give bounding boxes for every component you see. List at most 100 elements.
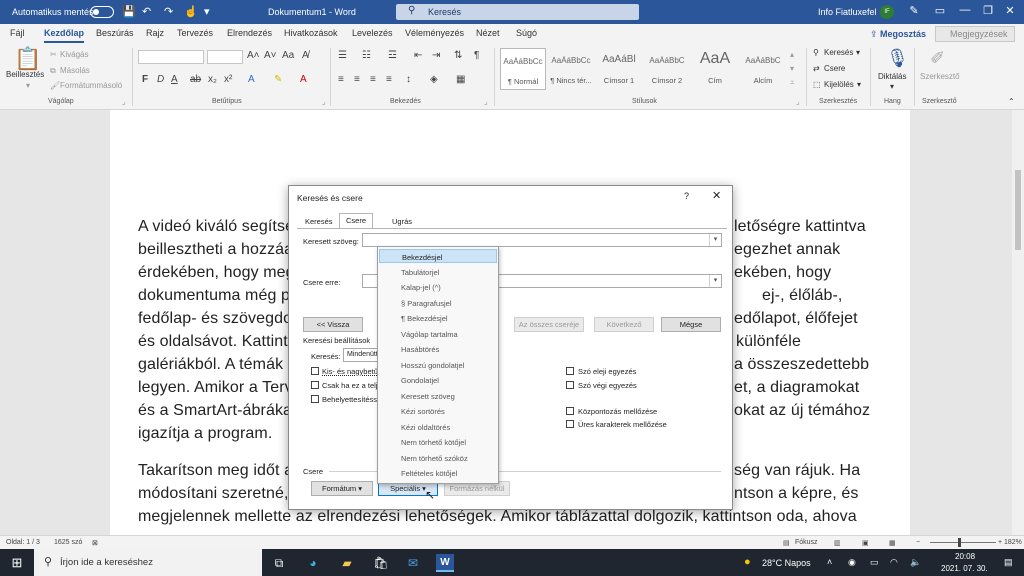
vertical-scrollbar[interactable] (1012, 110, 1024, 535)
clock-time[interactable]: 20:08 (955, 552, 975, 561)
clear-formatting-icon[interactable]: A̸ (302, 50, 309, 61)
styles-scroll-up-icon[interactable]: ▴ (790, 50, 794, 59)
comments-button[interactable]: Megjegyzések (935, 26, 1015, 42)
tab-home[interactable]: Kezdőlap (44, 28, 85, 43)
save-icon[interactable]: 💾 (122, 5, 136, 18)
tab-design[interactable]: Tervezés (177, 28, 213, 38)
bullets-icon[interactable]: ☰ (338, 50, 347, 61)
highlight-icon[interactable]: ✎ (274, 74, 282, 85)
numbering-icon[interactable]: ☷ (362, 50, 371, 61)
font-launcher-icon[interactable]: ⌟ (322, 97, 326, 106)
chevron-down-icon[interactable]: ▾ (709, 234, 721, 246)
menu-item[interactable]: Feltételes kötőjel (379, 466, 497, 480)
menu-item[interactable]: Kézi oldaltörés (379, 420, 497, 434)
font-name-combo[interactable] (138, 50, 204, 64)
text-effects-icon[interactable]: A (248, 74, 255, 85)
tab-goto[interactable]: Ugrás (386, 215, 418, 229)
notifications-icon[interactable]: ▤ (1004, 557, 1013, 568)
menu-item[interactable]: Kézi sortörés (379, 404, 497, 418)
pen-icon[interactable]: ✎ (904, 4, 924, 17)
cancel-button[interactable]: Mégse (661, 317, 721, 332)
autosave-toggle[interactable] (90, 6, 114, 18)
read-mode-icon[interactable]: ▥ (834, 539, 841, 547)
styles-launcher-icon[interactable]: ⌟ (796, 97, 800, 106)
close-icon[interactable]: ✕ (1000, 4, 1020, 17)
underline-icon[interactable]: A (171, 74, 178, 85)
tab-find[interactable]: Keresés (299, 215, 339, 229)
font-size-combo[interactable] (207, 50, 243, 64)
style-normal[interactable]: AaÁáBbCc ¶ Normál (500, 48, 546, 90)
cut-button[interactable]: Kivágás (60, 50, 88, 59)
tab-file[interactable]: Fájl (10, 28, 25, 38)
tab-view[interactable]: Nézet (476, 28, 500, 38)
menu-item[interactable]: Tabulátorjel (379, 265, 497, 279)
ignore-whitespace-checkbox[interactable] (566, 420, 574, 428)
select-dropdown-icon[interactable]: ▾ (857, 80, 861, 89)
title-search-box[interactable]: ⚲ Keresés (396, 4, 639, 20)
tab-layout[interactable]: Elrendezés (227, 28, 272, 38)
align-left-icon[interactable]: ≡ (338, 74, 344, 85)
undo-icon[interactable]: ↶ (142, 5, 151, 18)
help-button[interactable]: ? (684, 191, 689, 201)
ribbon-display-options-icon[interactable]: ▭ (930, 4, 950, 17)
menu-item[interactable]: Bekezdésjel (379, 249, 497, 263)
copy-button[interactable]: Másolás (60, 66, 90, 75)
task-view-icon[interactable]: ⧉ (270, 554, 288, 572)
windows-start-icon[interactable]: ⊞ (8, 554, 26, 572)
customize-quick-access-icon[interactable]: ▾ (204, 5, 210, 18)
microphone-icon[interactable]: 🎙 (886, 48, 909, 69)
grow-font-icon[interactable]: A˄ (247, 50, 260, 61)
style-heading-2[interactable]: AaÁáBbC Címsor 2 (644, 48, 690, 90)
select-button[interactable]: Kijelölés (824, 80, 854, 89)
line-spacing-icon[interactable]: ↕ (406, 74, 411, 85)
close-icon[interactable]: ✕ (712, 189, 721, 202)
styles-more-icon[interactable]: ⩡ (790, 78, 795, 88)
file-explorer-icon[interactable]: ▰ (338, 554, 356, 572)
subscript-icon[interactable]: x₂ (208, 74, 217, 85)
style-heading-1[interactable]: AaÁáBl Címsor 1 (596, 48, 642, 90)
proofing-icon[interactable]: ⊠ (92, 539, 98, 547)
tab-replace[interactable]: Csere (339, 213, 374, 229)
tab-insert[interactable]: Beszúrás (96, 28, 134, 38)
find-dropdown-icon[interactable]: ▾ (856, 48, 860, 57)
align-right-icon[interactable]: ≡ (370, 74, 376, 85)
edge-icon[interactable]: ◕ (304, 554, 322, 572)
bold-icon[interactable]: F (142, 74, 148, 85)
menu-item[interactable]: Hasábtörés (379, 342, 497, 356)
match-prefix-checkbox[interactable] (566, 367, 574, 375)
redo-icon[interactable]: ↷ (164, 5, 173, 18)
paragraph-launcher-icon[interactable]: ⌟ (484, 97, 488, 106)
menu-item[interactable]: Nem törhető szóköz (379, 451, 497, 465)
avatar[interactable]: IF (880, 5, 894, 19)
menu-item[interactable]: Vágólap tartalma (379, 327, 497, 341)
find-what-input[interactable]: ▾ (362, 233, 722, 247)
restore-icon[interactable]: ❐ (978, 4, 998, 17)
tray-expand-icon[interactable]: ˄ (827, 557, 832, 567)
volume-icon[interactable]: 🔈 (910, 557, 921, 568)
menu-item[interactable]: Hosszú gondolatjel (379, 358, 497, 372)
paste-dropdown-icon[interactable]: ▾ (26, 81, 30, 90)
paste-button[interactable]: Beillesztés (6, 70, 44, 79)
format-button[interactable]: Formátum ▾ (311, 481, 373, 496)
dictate-button[interactable]: Diktálás (878, 72, 906, 81)
strikethrough-icon[interactable]: ab (190, 74, 201, 85)
menu-item[interactable]: § Paragrafusjel (379, 296, 497, 310)
font-color-icon[interactable]: A (300, 74, 307, 85)
share-button[interactable]: ⇪ Megosztás (870, 26, 928, 42)
store-icon[interactable]: 🛍 (372, 554, 390, 572)
tab-review[interactable]: Véleményezés (405, 28, 464, 38)
match-suffix-checkbox[interactable] (566, 381, 574, 389)
dictate-dropdown-icon[interactable]: ▾ (890, 82, 894, 91)
user-name[interactable]: Info Fiatluxefel (818, 7, 877, 17)
minimize-icon[interactable]: — (955, 4, 975, 16)
replace-all-button[interactable]: Az összes cseréje (514, 317, 584, 332)
zoom-slider[interactable] (930, 542, 996, 543)
multilevel-list-icon[interactable]: ☲ (388, 50, 397, 61)
tab-draw[interactable]: Rajz (146, 28, 164, 38)
menu-item[interactable]: ¶ Bekezdésjel (379, 311, 497, 325)
replace-button[interactable]: Csere (824, 64, 845, 73)
taskbar-search[interactable]: ⚲ Írjon ide a kereséshez (34, 549, 262, 576)
menu-item[interactable]: Gondolatjel (379, 373, 497, 387)
tab-mailings[interactable]: Levelezés (352, 28, 393, 38)
zoom-in-icon[interactable]: + (998, 539, 1002, 546)
